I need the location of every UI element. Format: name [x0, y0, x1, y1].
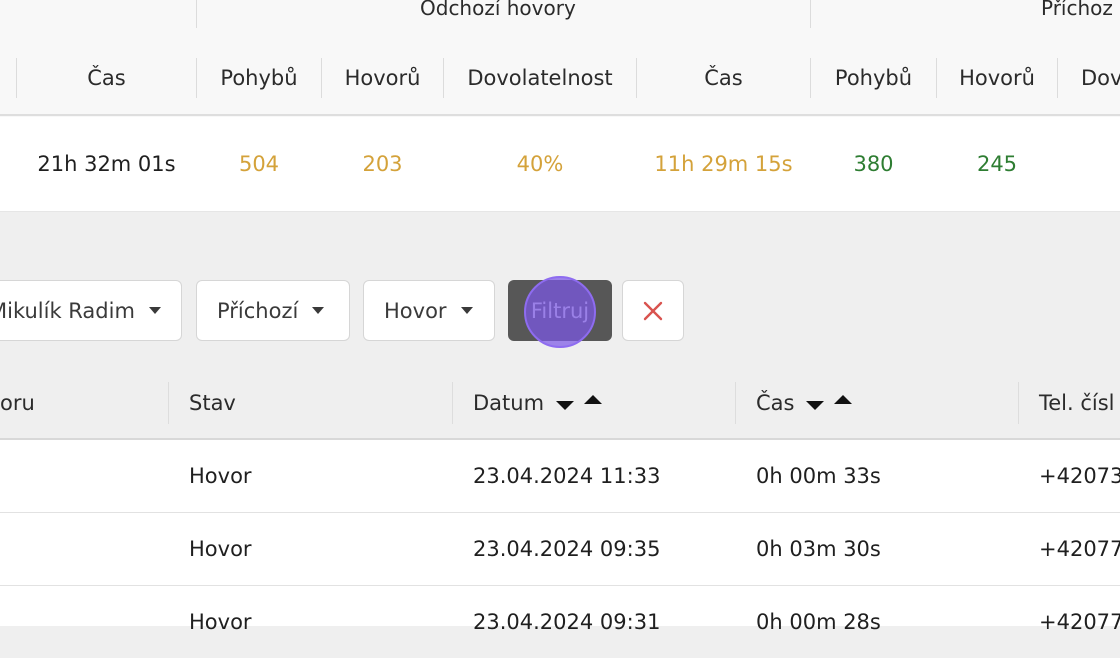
filter-apply-button[interactable]: Filtruj	[508, 280, 612, 341]
column-header-time[interactable]: Čas	[736, 366, 1018, 440]
value-out-calls: 203	[362, 152, 403, 176]
header-out-time: Čas	[704, 66, 743, 90]
column-header-phone: Tel. čísl	[1039, 391, 1115, 415]
column-header-time-label: Čas	[756, 391, 795, 415]
summary-group-row: Odchozí hovory Příchoz	[0, 0, 1120, 28]
column-header-date-label: Datum	[473, 391, 545, 415]
cell-phone: +42077	[1039, 537, 1120, 561]
direction-filter-dropdown[interactable]: Příchozí	[196, 280, 350, 341]
sort-asc-icon[interactable]	[584, 394, 603, 404]
value-out-time: 11h 29m 15s	[654, 152, 793, 176]
sort-asc-icon[interactable]	[834, 394, 853, 404]
header-out-calls: Hovorů	[344, 66, 421, 90]
header-in-reach: Dov	[1081, 66, 1120, 90]
chevron-down-icon	[148, 307, 161, 314]
filter-apply-label: Filtruj	[530, 298, 590, 323]
cell-date: 23.04.2024 09:31	[473, 610, 661, 634]
column-header-date[interactable]: Datum	[453, 366, 735, 440]
sort-desc-icon[interactable]	[556, 400, 575, 410]
cell-phone: +42077	[1039, 610, 1120, 634]
table-row[interactable]: Hovor 23.04.2024 09:35 0h 03m 30s +42077	[0, 513, 1120, 586]
cell-time: 0h 00m 28s	[756, 610, 881, 634]
summary-card: Odchozí hovory Příchoz Čas Pohybů Hovorů…	[0, 0, 1120, 212]
chevron-down-icon	[460, 307, 473, 314]
cell-date: 23.04.2024 09:35	[473, 537, 661, 561]
value-out-reach: 40%	[516, 152, 564, 176]
clear-filters-button[interactable]	[622, 280, 684, 341]
value-in-moves: 380	[853, 152, 894, 176]
direction-filter-label: Příchozí	[217, 298, 299, 323]
cell-status: Hovor	[189, 610, 252, 634]
value-in-calls: 245	[976, 152, 1018, 176]
cell-date: 23.04.2024 11:33	[473, 464, 661, 488]
type-filter-label: Hovor	[384, 298, 447, 323]
header-out-reach: Dovolatelnost	[467, 66, 613, 90]
table-row[interactable]: Hovor 23.04.2024 11:33 0h 00m 33s +42073	[0, 440, 1120, 513]
header-in-moves: Pohybů	[834, 66, 913, 90]
cell-status: Hovor	[189, 464, 252, 488]
summary-values-row: 21h 32m 01s 504 203 40% 11h 29m 15s 380 …	[0, 117, 1120, 211]
divider	[196, 0, 197, 28]
header-out-moves: Pohybů	[220, 66, 298, 90]
header-in-calls: Hovorů	[959, 66, 1035, 90]
chevron-down-icon	[312, 307, 325, 314]
column-header-first: oru	[0, 391, 35, 415]
user-filter-dropdown[interactable]: Mikulík Radim	[0, 280, 182, 341]
type-filter-dropdown[interactable]: Hovor	[363, 280, 495, 341]
cell-time: 0h 03m 30s	[756, 537, 881, 561]
cell-phone: +42073	[1039, 464, 1120, 488]
table-header: oru Stav Datum Čas Tel. čísl	[0, 366, 1120, 440]
header-total-time: Čas	[87, 66, 126, 90]
cell-time: 0h 00m 33s	[756, 464, 881, 488]
sort-desc-icon[interactable]	[806, 400, 825, 410]
column-header-status: Stav	[189, 391, 236, 415]
group-title-outgoing: Odchozí hovory	[420, 0, 576, 20]
summary-header-row: Čas Pohybů Hovorů Dovolatelnost Čas Pohy…	[0, 40, 1120, 116]
table-row[interactable]: Hovor 23.04.2024 09:31 0h 00m 28s +42077	[0, 586, 1120, 634]
close-icon	[643, 301, 663, 320]
divider	[810, 0, 811, 28]
group-title-incoming: Příchoz	[1041, 0, 1113, 20]
user-filter-label: Mikulík Radim	[0, 298, 135, 323]
value-total-time: 21h 32m 01s	[37, 152, 176, 176]
value-out-moves: 504	[238, 152, 280, 176]
cell-status: Hovor	[189, 537, 252, 561]
